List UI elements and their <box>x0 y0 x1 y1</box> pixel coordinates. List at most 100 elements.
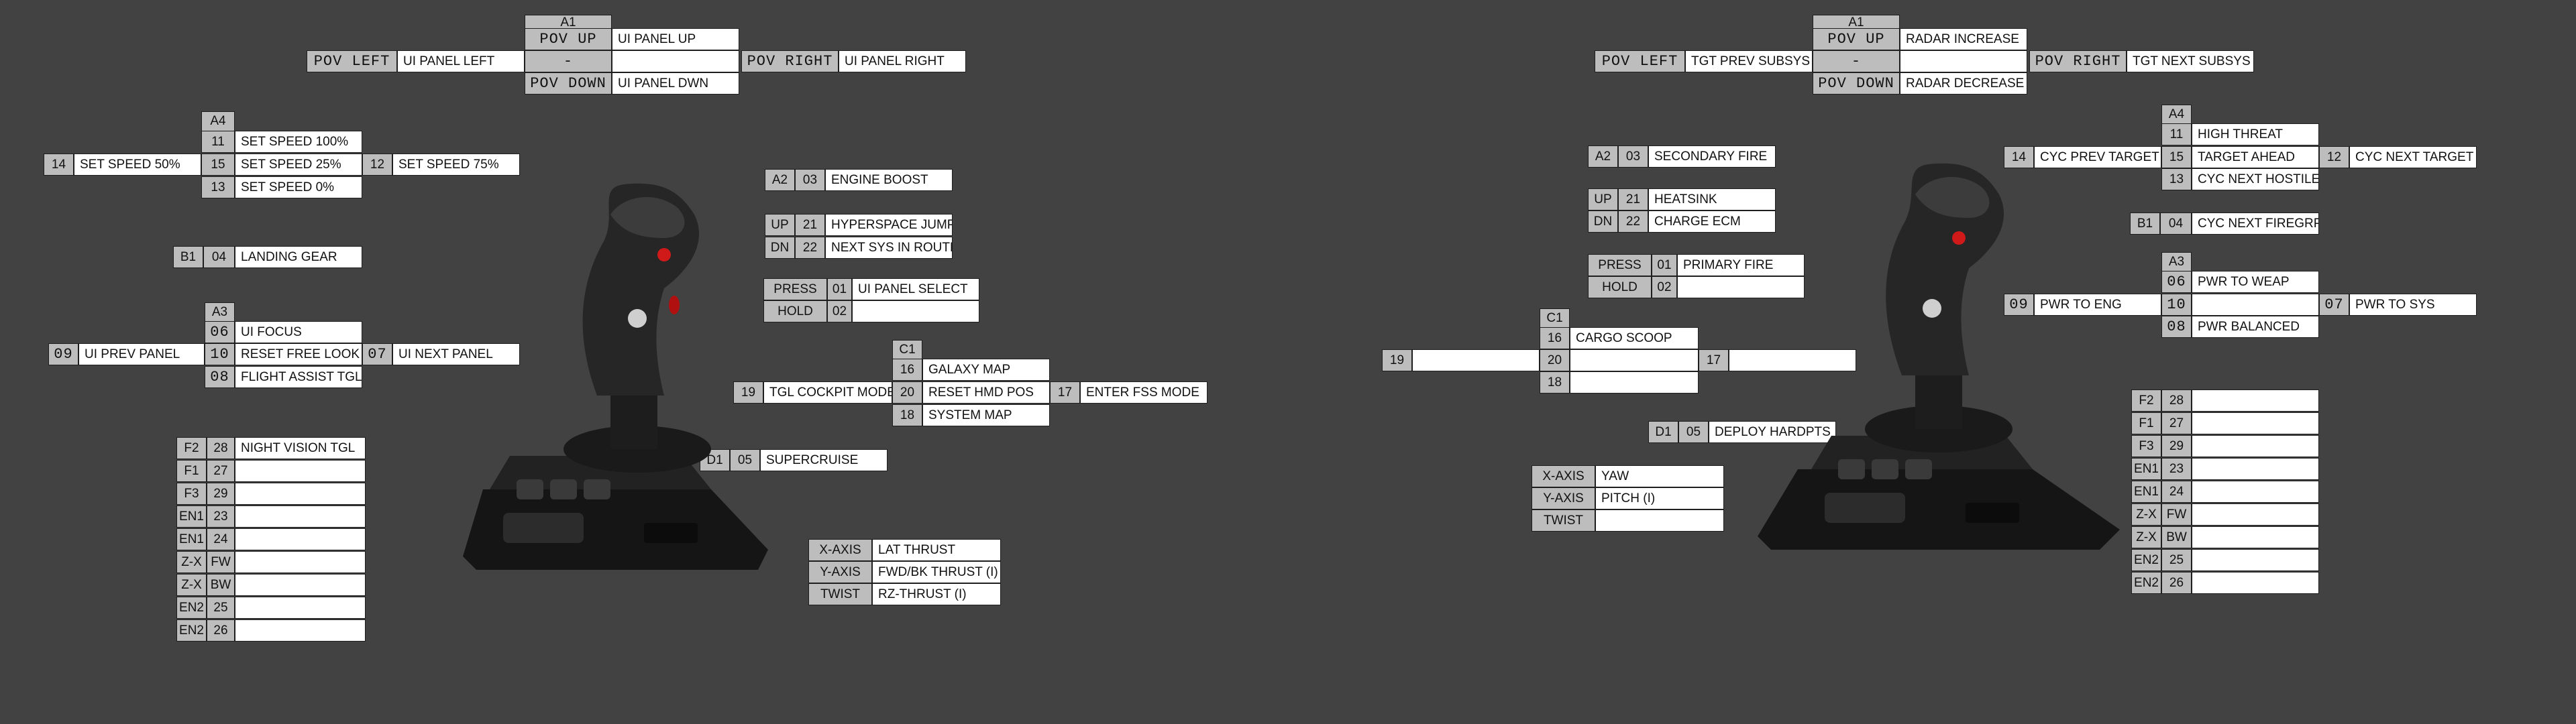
right-base-id: EN2 <box>2131 549 2161 571</box>
right-hat-a4-right-key: 12 <box>2319 146 2349 168</box>
right-d1-id: D1 <box>1648 421 1678 443</box>
left-hat-a4-left-label: SET SPEED 50% <box>74 154 201 176</box>
left-hat-a1-down-key: POV DOWN <box>525 72 612 95</box>
left-trigger-hold-id: HOLD <box>763 300 827 322</box>
left-base-label <box>235 460 366 482</box>
right-b1-key: 04 <box>2160 213 2192 235</box>
left-base-label <box>235 551 366 573</box>
left-base-label <box>235 597 366 619</box>
right-hat-a1-press-label <box>1900 50 2027 72</box>
right-hat-a4-up-label: HIGH THREAT <box>2192 123 2319 145</box>
right-axis-x-label: YAW <box>1595 465 1724 487</box>
left-hat-a1-right-label: UI PANEL RIGHT <box>839 50 966 72</box>
right-hat-c1-press-label <box>1570 349 1699 371</box>
left-base-key: FW <box>207 551 235 573</box>
left-trigger-hold-key: 02 <box>827 300 852 322</box>
left-base-key: 25 <box>207 597 235 619</box>
right-hat-c1-right-key: 17 <box>1699 349 1729 371</box>
left-hat-a3-press-label: RESET FREE LOOK <box>235 343 362 365</box>
right-base-key: 25 <box>2161 549 2192 571</box>
right-hat-a3-press-label <box>2192 294 2319 316</box>
right-base-id: F1 <box>2131 412 2161 434</box>
left-trigger-press-key: 01 <box>827 278 852 300</box>
left-hat-a1-right-key: POV RIGHT <box>741 50 839 72</box>
right-dn-key: 22 <box>1618 210 1648 233</box>
right-base-key: 23 <box>2161 458 2192 480</box>
left-hat-a4-right-key: 12 <box>362 154 392 176</box>
right-hat-a4-down-key: 13 <box>2161 168 2192 190</box>
right-hat-c1-left-label <box>1412 349 1540 371</box>
left-trigger-press-label: UI PANEL SELECT <box>852 278 979 300</box>
left-a2-label: ENGINE BOOST <box>825 169 953 191</box>
right-axis-twist-id: TWIST <box>1532 509 1595 532</box>
left-hat-a1-left-key: POV LEFT <box>307 50 397 72</box>
right-dn-id: DN <box>1588 210 1618 233</box>
left-hat-c1-up-label: GALAXY MAP <box>922 359 1050 381</box>
right-hat-c1-down-key: 18 <box>1540 371 1570 394</box>
right-base-label <box>2192 481 2319 503</box>
right-b1-label: CYC NEXT FIREGRP <box>2192 213 2319 235</box>
right-base-id: EN2 <box>2131 572 2161 594</box>
right-base-key: 29 <box>2161 435 2192 457</box>
left-up-label: HYPERSPACE JUMP <box>825 214 953 236</box>
right-base-key: 26 <box>2161 572 2192 594</box>
right-trigger-hold-key: 02 <box>1652 276 1677 298</box>
right-hat-c1-press-key: 20 <box>1540 349 1570 371</box>
right-base-key: BW <box>2161 526 2192 548</box>
left-base-key: 28 <box>207 437 235 459</box>
left-hat-a3-left-key: 09 <box>48 343 78 365</box>
right-trigger-press-id: PRESS <box>1588 254 1652 276</box>
right-base-id: EN1 <box>2131 481 2161 503</box>
right-hat-a1-press-key: - <box>1813 50 1900 72</box>
right-hat-a3-down-label: PWR BALANCED <box>2192 316 2319 338</box>
left-hat-a3-right-key: 07 <box>362 343 392 365</box>
left-base-id: F2 <box>176 437 207 459</box>
left-up-key: 21 <box>795 214 825 236</box>
left-hat-a3-down-label: FLIGHT ASSIST TGL <box>235 366 362 388</box>
right-hat-a4-up-key: 11 <box>2161 123 2192 145</box>
left-b1-label: LANDING GEAR <box>235 246 362 268</box>
left-base-id: F3 <box>176 483 207 505</box>
left-hat-c1-left-label: TGL COCKPIT MODE <box>763 381 892 404</box>
right-base-key: 27 <box>2161 412 2192 434</box>
right-hat-a1-right-label: TGT NEXT SUBSYS <box>2127 50 2254 72</box>
left-base-label <box>235 528 366 550</box>
left-hat-a3-id: A3 <box>205 302 235 322</box>
right-axis-x-id: X-AXIS <box>1532 465 1595 487</box>
right-d1-key: 05 <box>1678 421 1709 443</box>
left-dn-key: 22 <box>795 237 825 259</box>
left-base-key: 27 <box>207 460 235 482</box>
left-hat-c1-down-key: 18 <box>892 404 922 426</box>
left-hat-a1-up-key: POV UP <box>525 28 612 50</box>
left-base-label <box>235 574 366 596</box>
right-base-label <box>2192 458 2319 480</box>
right-hat-a4-press-key: 15 <box>2161 146 2192 168</box>
left-hat-a1-down-label: UI PANEL DWN <box>612 72 739 95</box>
right-base-label <box>2192 549 2319 571</box>
right-hat-a1-left-key: POV LEFT <box>1595 50 1685 72</box>
left-axis-x-id: X-AXIS <box>808 539 872 561</box>
right-hat-c1-up-label: CARGO SCOOP <box>1570 327 1699 349</box>
right-up-key: 21 <box>1618 188 1648 210</box>
left-trigger-press-id: PRESS <box>763 278 827 300</box>
left-hat-a4-press-key: 15 <box>201 154 235 176</box>
right-hat-a3-down-key: 08 <box>2161 316 2192 338</box>
right-hat-a3-press-key: 10 <box>2161 294 2192 316</box>
left-hat-a4-down-key: 13 <box>201 176 235 198</box>
right-base-label <box>2192 503 2319 526</box>
right-b1-id: B1 <box>2130 213 2160 235</box>
right-hat-a3-id: A3 <box>2161 252 2192 272</box>
left-base-id: EN1 <box>176 505 207 528</box>
left-hat-a4-up-key: 11 <box>201 131 235 153</box>
right-base-key: 24 <box>2161 481 2192 503</box>
right-a2-id: A2 <box>1588 145 1618 168</box>
right-hat-c1-down-label <box>1570 371 1699 394</box>
right-base-id: F2 <box>2131 389 2161 412</box>
right-base-id: Z-X <box>2131 503 2161 526</box>
right-hat-a1-down-key: POV DOWN <box>1813 72 1900 95</box>
right-hat-a3-right-key: 07 <box>2319 294 2349 316</box>
left-dn-label: NEXT SYS IN ROUTE <box>825 237 953 259</box>
left-base-label <box>235 505 366 528</box>
left-hat-c1-press-key: 20 <box>892 381 922 404</box>
right-hat-a1-up-key: POV UP <box>1813 28 1900 50</box>
